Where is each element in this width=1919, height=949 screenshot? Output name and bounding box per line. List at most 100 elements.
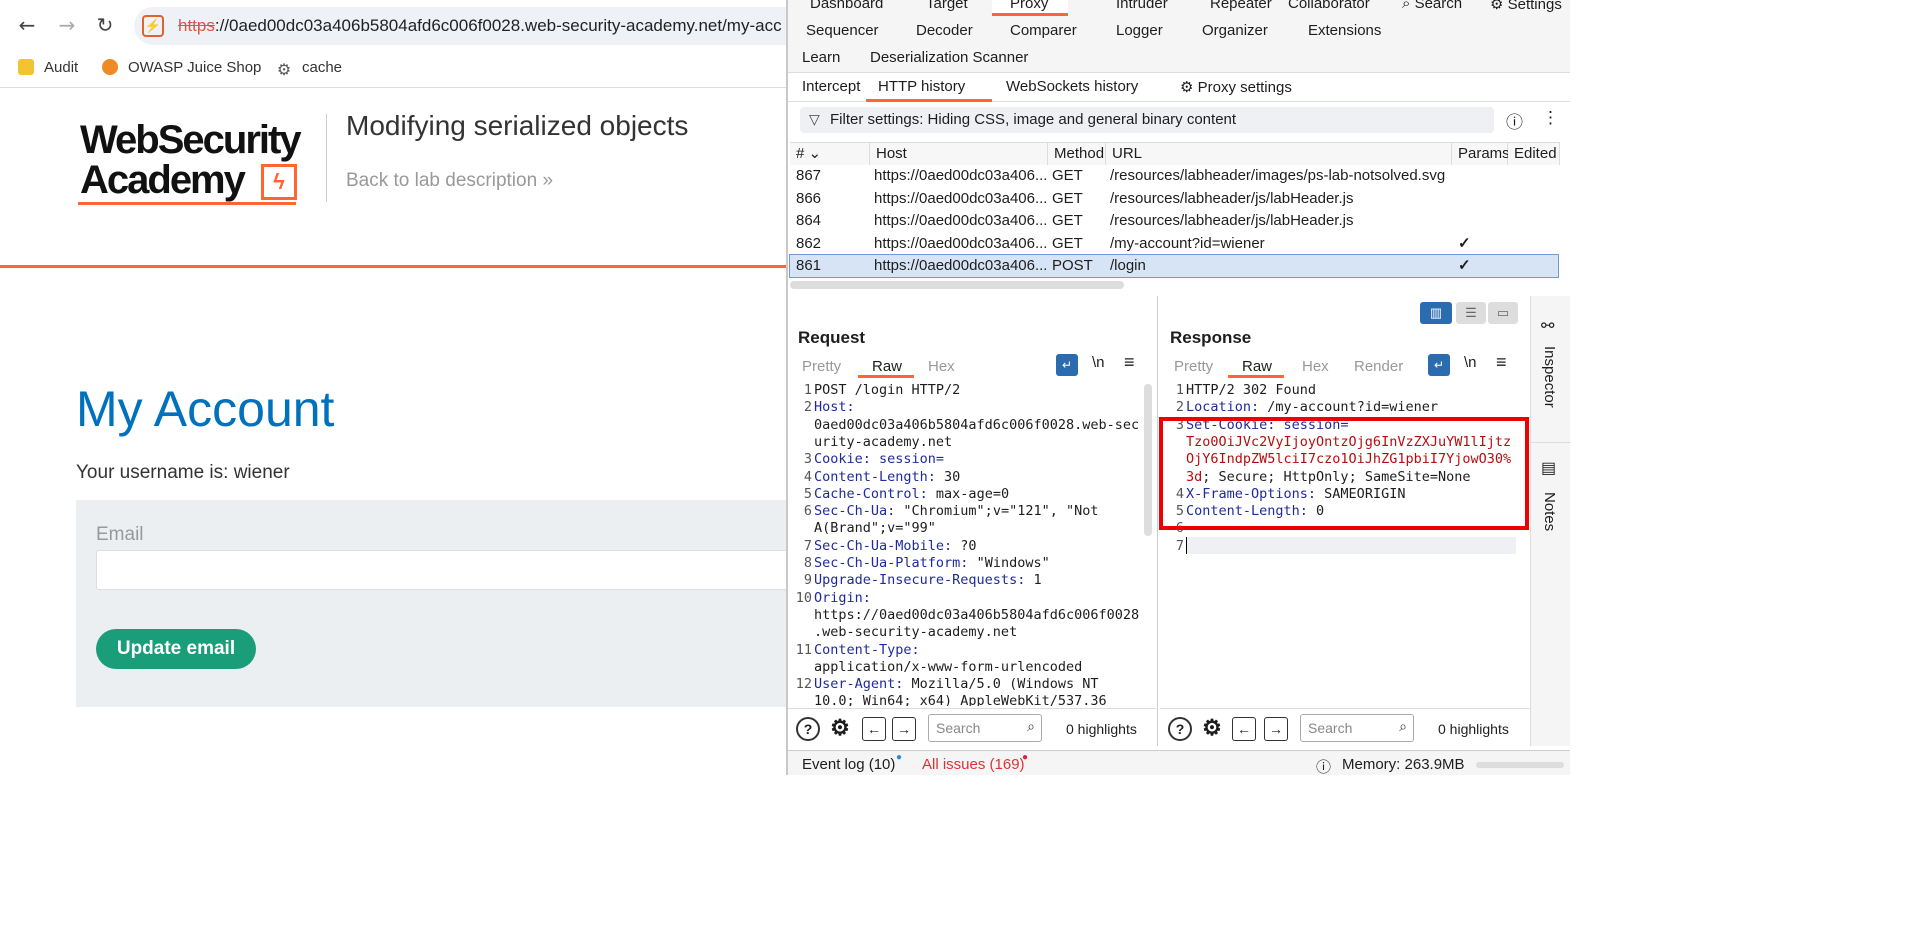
line-number: 11 [795, 641, 812, 658]
tab-target[interactable]: Target [926, 0, 968, 12]
tab-comparer[interactable]: Comparer [1010, 22, 1077, 39]
help-icon[interactable]: ? [796, 717, 820, 741]
bookmark-audit[interactable]: Audit [18, 59, 78, 76]
tab-intercept[interactable]: Intercept [802, 78, 860, 95]
code-line: Content-Length: 30 [814, 469, 960, 485]
tab-dashboard[interactable]: Dashboard [810, 0, 883, 12]
back-arrow-icon[interactable]: ← [14, 12, 40, 38]
response-search-input[interactable]: Search ⌕ [1300, 714, 1414, 742]
search-button[interactable]: ⌕ Search [1402, 0, 1462, 12]
settings-label: Settings [1507, 0, 1562, 13]
request-search-input[interactable]: Search ⌕ [928, 714, 1042, 742]
site-info-icon[interactable]: ⚡ [142, 15, 164, 37]
col-header-method[interactable]: Method [1048, 143, 1106, 165]
tab-collaborator[interactable]: Collaborator [1288, 0, 1370, 12]
previous-icon[interactable]: ← [862, 717, 886, 741]
header-name: Location: [1186, 399, 1260, 416]
page-title: My Account [76, 381, 335, 437]
horizontal-scrollbar[interactable] [790, 281, 1124, 289]
reload-icon[interactable]: ↻ [92, 12, 118, 38]
tab-pretty[interactable]: Pretty [802, 358, 841, 375]
tab-hex[interactable]: Hex [928, 358, 955, 375]
active-tab-underline [1228, 375, 1284, 378]
tab-learn[interactable]: Learn [802, 49, 840, 66]
tab-pretty[interactable]: Pretty [1174, 358, 1213, 375]
tab-raw[interactable]: Raw [872, 358, 902, 375]
address-bar[interactable]: ⚡ https://0aed00dc03a406b5804afd6c006f00… [134, 7, 814, 45]
active-tab-underline [866, 99, 992, 102]
col-header-host[interactable]: Host [870, 143, 1048, 165]
tab-repeater[interactable]: Repeater [1210, 0, 1272, 12]
help-icon[interactable]: ⓘ [1506, 108, 1523, 133]
table-row[interactable]: 864 https://0aed00dc03a406... GET /resou… [790, 210, 1558, 232]
menu-icon[interactable]: ≡ [1124, 352, 1135, 373]
code-line: Sec-Ch-Ua-Platform: "Windows" [814, 555, 1050, 571]
gear-icon: ⚙ [276, 62, 292, 79]
col-header-edited[interactable]: Edited [1508, 143, 1560, 165]
tab-websockets-history[interactable]: WebSockets history [1006, 78, 1138, 95]
code-line: https://0aed00dc03a406b5804afd6c006f0028 [814, 607, 1139, 623]
all-issues-link[interactable]: All issues (169) [922, 756, 1025, 773]
col-header-params[interactable]: Params [1452, 143, 1510, 165]
issues-dot-icon: ● [1022, 752, 1029, 763]
table-row-selected[interactable]: 861 https://0aed00dc03a406... POST /logi… [789, 254, 1559, 278]
settings-button[interactable]: ⚙ Settings [1490, 0, 1562, 13]
split-view-icon[interactable]: ▥ [1420, 302, 1452, 324]
inspector-icon[interactable]: ⚯ [1541, 316, 1554, 336]
gear-icon: ⚙ [1180, 79, 1198, 96]
gear-icon[interactable]: ⚙ [1200, 717, 1224, 741]
tab-decoder[interactable]: Decoder [916, 22, 973, 39]
back-link-label: Back to lab description [346, 170, 538, 191]
tab-organizer[interactable]: Organizer [1202, 22, 1268, 39]
tab-raw[interactable]: Raw [1242, 358, 1272, 375]
filter-settings-bar[interactable]: ▽ Filter settings: Hiding CSS, image and… [800, 107, 1494, 133]
next-icon[interactable]: → [1264, 717, 1288, 741]
tab-extensions[interactable]: Extensions [1308, 22, 1381, 39]
horizontal-view-icon[interactable]: ☰ [1456, 302, 1486, 324]
forward-arrow-icon[interactable]: → [54, 12, 80, 38]
tab-sequencer[interactable]: Sequencer [806, 22, 879, 39]
col-header-num[interactable]: # ⌄ [790, 143, 870, 165]
tab-render[interactable]: Render [1354, 358, 1403, 375]
bookmark-juice-shop[interactable]: OWASP Juice Shop [102, 59, 261, 76]
row-method: GET [1052, 190, 1083, 207]
update-email-button[interactable]: Update email [96, 629, 256, 669]
word-wrap-icon[interactable]: ↵ [1428, 354, 1450, 376]
word-wrap-icon[interactable]: ↵ [1056, 354, 1078, 376]
more-options-icon[interactable]: ⋮ [1542, 108, 1559, 128]
logo-line1: WebSecurity [80, 118, 302, 162]
gear-icon[interactable]: ⚙ [828, 717, 852, 741]
notes-icon[interactable]: ▤ [1541, 458, 1556, 478]
request-editor[interactable]: 1 POST /login HTTP/2 2 Host: 0aed00dc03a406b… [792, 380, 1148, 706]
code-line: .web-security-academy.net [814, 624, 1017, 640]
bookmark-cache[interactable]: ⚙ cache [276, 59, 342, 79]
tab-intruder[interactable]: Intruder [1116, 0, 1168, 12]
menu-icon[interactable]: ≡ [1496, 352, 1507, 373]
inspector-tab[interactable]: Inspector [1541, 346, 1558, 408]
help-icon[interactable]: ? [1168, 717, 1192, 741]
col-header-url[interactable]: URL [1106, 143, 1452, 165]
web-security-academy-logo[interactable]: WebSecurity Academy ϟ [78, 118, 323, 206]
back-to-lab-link[interactable]: Back to lab description » [346, 170, 553, 192]
previous-icon[interactable]: ← [1232, 717, 1256, 741]
header-name: Cache-Control: [814, 485, 928, 502]
table-row[interactable]: 866 https://0aed00dc03a406... GET /resou… [790, 188, 1558, 210]
table-row[interactable]: 867 https://0aed00dc03a406... GET /resou… [790, 165, 1558, 187]
tab-http-history[interactable]: HTTP history [878, 78, 965, 95]
tab-proxy[interactable]: Proxy [1010, 0, 1048, 12]
email-field[interactable] [96, 550, 790, 590]
lab-header: WebSecurity Academy ϟ Modifying serializ… [0, 90, 790, 268]
tab-hex[interactable]: Hex [1302, 358, 1329, 375]
table-row[interactable]: 862 https://0aed00dc03a406... GET /my-ac… [790, 233, 1558, 255]
next-icon[interactable]: → [892, 717, 916, 741]
notes-tab[interactable]: Notes [1541, 492, 1558, 531]
header-value: ?0 [952, 537, 977, 554]
tab-deserialization-scanner[interactable]: Deserialization Scanner [870, 49, 1028, 66]
event-log-link[interactable]: Event log (10) [802, 756, 895, 773]
single-view-icon[interactable]: ▭ [1488, 302, 1518, 324]
show-newlines-toggle[interactable]: \n [1464, 354, 1477, 371]
show-newlines-toggle[interactable]: \n [1092, 354, 1105, 371]
vertical-scrollbar[interactable] [1144, 384, 1152, 536]
tab-logger[interactable]: Logger [1116, 22, 1163, 39]
proxy-settings-button[interactable]: ⚙ Proxy settings [1180, 78, 1292, 96]
